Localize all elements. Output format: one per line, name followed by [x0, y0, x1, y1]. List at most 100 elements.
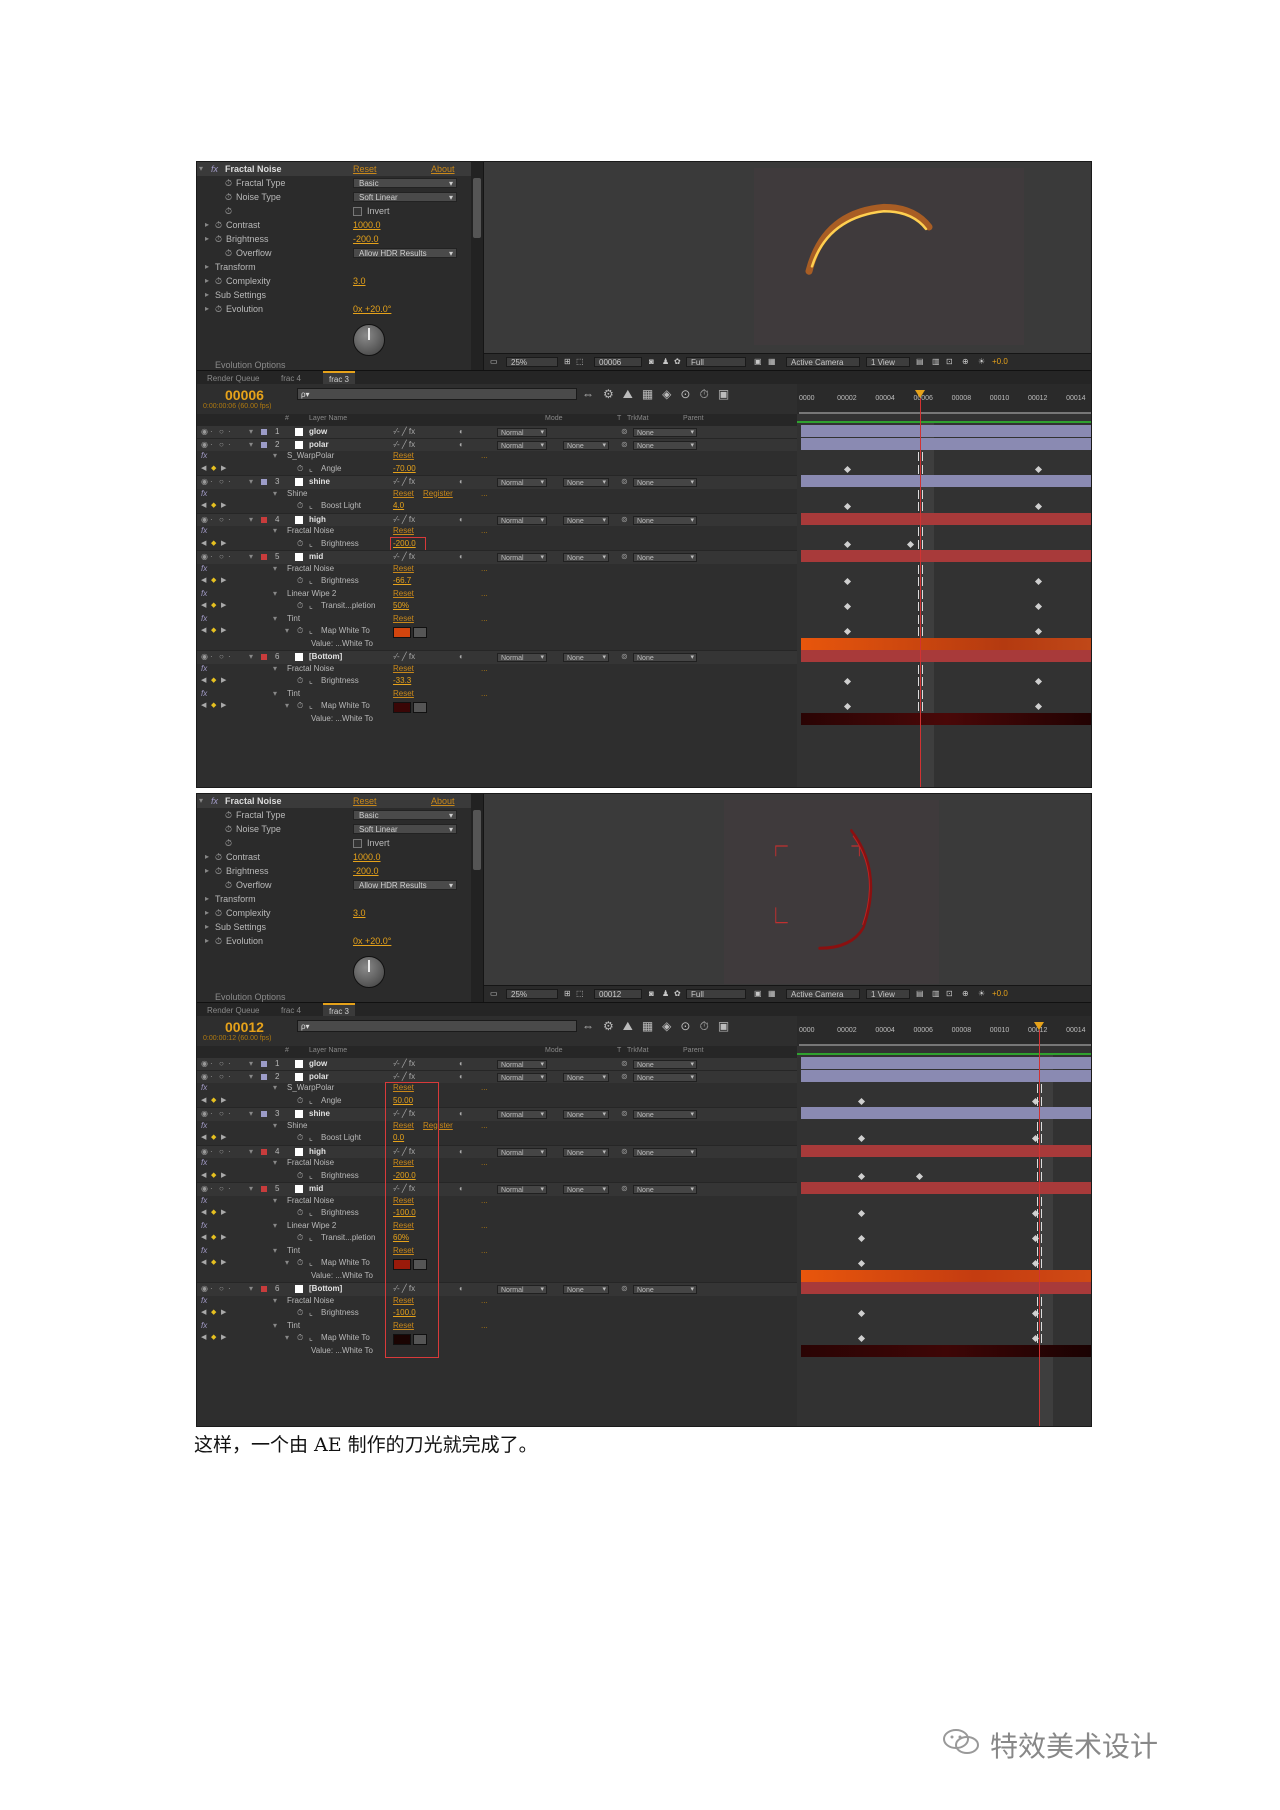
parent-dropdown[interactable]: None: [633, 1060, 697, 1069]
expand-triangle-icon[interactable]: ▾: [285, 1257, 289, 1270]
stopwatch-icon[interactable]: ⏱: [297, 1257, 303, 1270]
kf-next-icon[interactable]: ▶: [221, 1307, 226, 1320]
mode-dropdown[interactable]: Normal: [497, 1110, 547, 1119]
viewer-tool-icon[interactable]: ◙: [649, 989, 654, 999]
layer-duration-bar[interactable]: [801, 425, 1091, 437]
fx-icon[interactable]: fx: [201, 1245, 207, 1258]
layer-duration-bar[interactable]: [801, 1057, 1091, 1069]
fx-icon[interactable]: fx: [201, 688, 207, 701]
stopwatch-icon[interactable]: ⏱: [215, 232, 222, 246]
register-link[interactable]: Register: [423, 488, 453, 501]
viewer-tool-icon[interactable]: ☀: [978, 989, 985, 999]
stopwatch-icon[interactable]: ⏱: [215, 934, 222, 948]
stopwatch-icon[interactable]: ⏱: [225, 190, 232, 204]
mode-dropdown[interactable]: Normal: [497, 1147, 547, 1157]
kf-add-icon[interactable]: ◆: [211, 1232, 216, 1245]
stopwatch-icon[interactable]: ⏱: [297, 575, 303, 588]
stopwatch-icon[interactable]: ⏱: [225, 822, 232, 836]
kf-prev-icon[interactable]: ◀: [201, 1257, 206, 1270]
viewer-tool-icon[interactable]: ◙: [649, 357, 654, 367]
fx-icon[interactable]: fx: [201, 525, 207, 538]
fx-icon[interactable]: fx: [201, 488, 207, 501]
keyframe[interactable]: [843, 540, 851, 548]
stopwatch-icon[interactable]: ⏱: [297, 700, 303, 713]
expand-triangle-icon[interactable]: ▾: [273, 1120, 277, 1133]
kf-prev-icon[interactable]: ◀: [201, 625, 206, 638]
timeline-search-input[interactable]: ρ▾: [297, 388, 577, 400]
graph-icon[interactable]: ⌞: [309, 1132, 313, 1145]
stopwatch-icon[interactable]: ⏱: [225, 878, 232, 892]
parent-dropdown[interactable]: None: [633, 440, 697, 450]
stopwatch-icon[interactable]: ⏱: [215, 864, 222, 878]
scrollbar-thumb[interactable]: [473, 810, 481, 870]
expand-triangle-icon[interactable]: ▾: [273, 1295, 277, 1308]
layer-label-color[interactable]: [261, 1186, 267, 1192]
stopwatch-icon[interactable]: ⏱: [297, 500, 303, 513]
dropdown-fractal-type[interactable]: Basic: [353, 810, 457, 821]
viewer-tool-icon[interactable]: ⬚: [576, 357, 584, 367]
stopwatch-icon[interactable]: ⏱: [215, 218, 222, 232]
collapse-triangle-icon[interactable]: ▾: [199, 794, 203, 808]
layer-label-color[interactable]: [261, 654, 267, 660]
effect-options-dots[interactable]: ...: [481, 525, 488, 538]
effect-options-dots[interactable]: ...: [481, 1220, 488, 1233]
viewer-tool-icon[interactable]: ♟: [662, 357, 669, 367]
parent-dropdown[interactable]: None: [633, 515, 697, 525]
viewer-zoom-dropdown[interactable]: 25%: [506, 357, 558, 367]
kf-prev-icon[interactable]: ◀: [201, 1232, 206, 1245]
keyframe[interactable]: [1034, 677, 1042, 686]
expand-triangle-icon[interactable]: ▾: [273, 1195, 277, 1208]
viewer-frame-dropdown[interactable]: 00012: [594, 989, 642, 999]
viewer-tool-icon[interactable]: ⊕: [962, 357, 969, 367]
graph-icon[interactable]: ⌞: [309, 1095, 313, 1108]
effect-options-dots[interactable]: ...: [481, 1295, 488, 1308]
expand-triangle-icon[interactable]: ▸: [205, 260, 209, 274]
kf-next-icon[interactable]: ▶: [221, 463, 226, 476]
expand-triangle-icon[interactable]: ▾: [285, 1332, 289, 1345]
stopwatch-icon[interactable]: ⏱: [297, 675, 303, 688]
kf-add-icon[interactable]: ◆: [211, 625, 216, 638]
timeline-search-input[interactable]: ρ▾: [297, 1020, 577, 1032]
graph-icon[interactable]: ⌞: [309, 600, 313, 613]
kf-prev-icon[interactable]: ◀: [201, 600, 206, 613]
viewer-tool-icon[interactable]: ⊕: [962, 989, 969, 999]
reset-link[interactable]: Reset: [393, 613, 414, 626]
value-contrast[interactable]: 1000.0: [353, 850, 381, 864]
trkmat-dropdown[interactable]: None: [563, 1147, 609, 1157]
keyframe[interactable]: [857, 1209, 866, 1218]
fx-icon[interactable]: fx: [201, 663, 207, 676]
fx-icon[interactable]: fx: [201, 588, 207, 601]
kf-next-icon[interactable]: ▶: [221, 1332, 226, 1345]
trkmat-dropdown[interactable]: None: [563, 1110, 609, 1119]
kf-add-icon[interactable]: ◆: [211, 700, 216, 713]
stopwatch-icon[interactable]: ⏱: [225, 176, 232, 190]
value-complexity[interactable]: 3.0: [353, 906, 366, 920]
layer-duration-bar[interactable]: [801, 437, 1091, 450]
mode-dropdown[interactable]: Normal: [497, 1072, 547, 1082]
dropdown-overflow[interactable]: Allow HDR Results: [353, 248, 457, 259]
mode-dropdown[interactable]: Normal: [497, 1060, 547, 1069]
reset-link[interactable]: Reset: [353, 162, 377, 176]
value-evolution[interactable]: 0x +20.0°: [353, 934, 391, 948]
expand-triangle-icon[interactable]: ▾: [273, 1320, 277, 1333]
kf-prev-icon[interactable]: ◀: [201, 1207, 206, 1220]
expand-triangle-icon[interactable]: ▸: [205, 274, 209, 288]
stopwatch-icon[interactable]: ⏱: [297, 538, 303, 551]
parent-dropdown[interactable]: None: [633, 1185, 697, 1194]
kf-prev-icon[interactable]: ◀: [201, 1170, 206, 1183]
graph-icon[interactable]: ⌞: [309, 625, 313, 638]
expand-triangle-icon[interactable]: ▾: [273, 588, 277, 601]
keyframe[interactable]: [1034, 465, 1042, 473]
layer-label-color[interactable]: [261, 1111, 267, 1117]
layer-label-color[interactable]: [261, 1061, 267, 1067]
stopwatch-icon[interactable]: ⏱: [215, 850, 222, 864]
effect-options-dots[interactable]: ...: [481, 1195, 488, 1208]
effect-options-dots[interactable]: ...: [481, 588, 488, 601]
expand-triangle-icon[interactable]: ▸: [205, 218, 209, 232]
kf-next-icon[interactable]: ▶: [221, 1132, 226, 1145]
keyframe[interactable]: [1034, 602, 1042, 611]
parent-dropdown[interactable]: None: [633, 1147, 697, 1157]
reset-link[interactable]: Reset: [393, 688, 414, 701]
stopwatch-icon[interactable]: ⏱: [215, 906, 222, 920]
kf-add-icon[interactable]: ◆: [211, 1307, 216, 1320]
